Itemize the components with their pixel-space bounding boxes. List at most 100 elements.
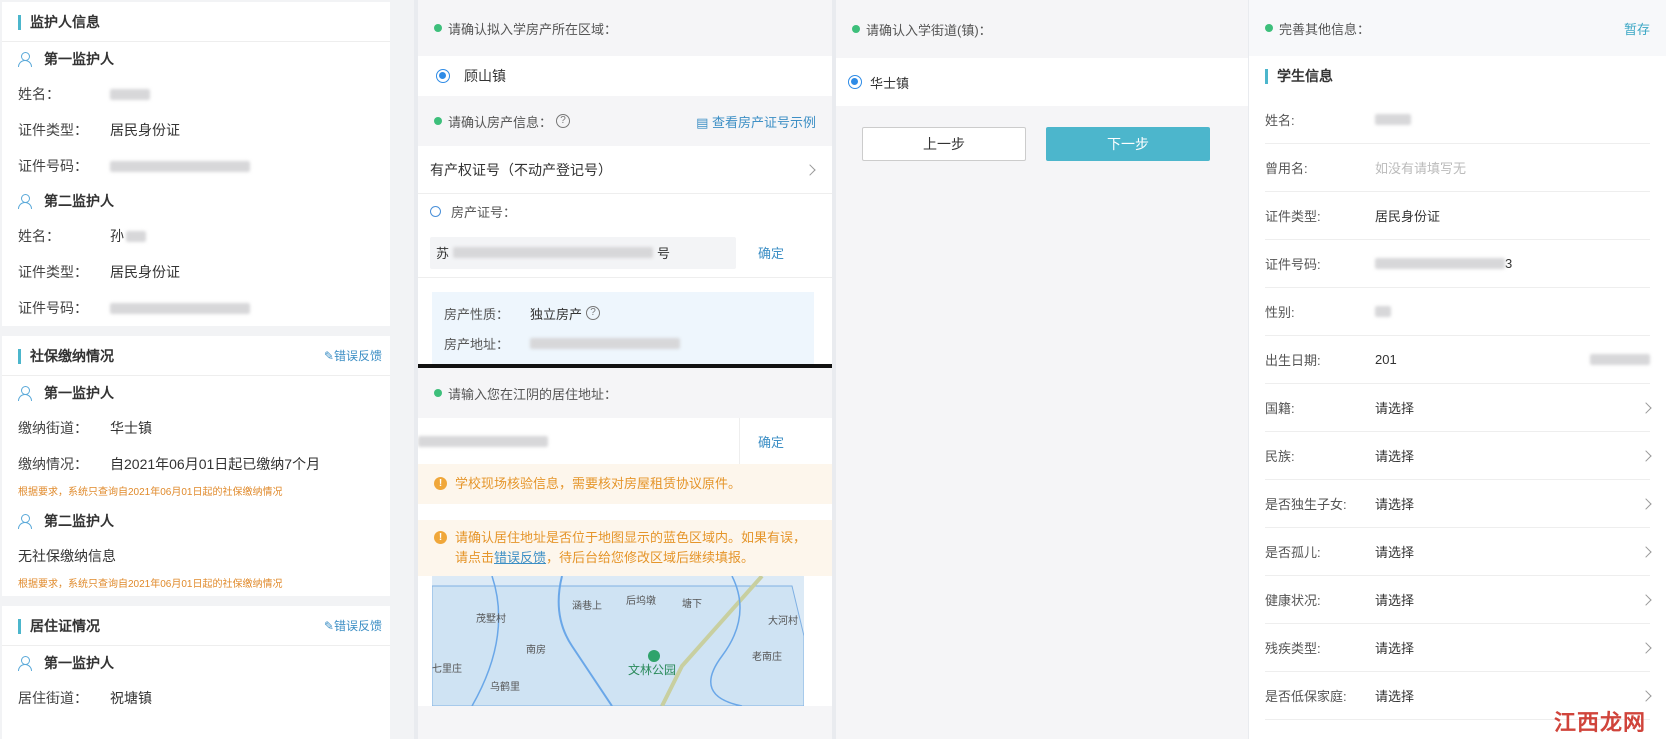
field-label: 是否孤儿: [1265, 545, 1321, 560]
social-note-1: 根据要求，系统只查询自2021年06月01日起的社保缴纳情况 [18, 487, 283, 498]
student-field-row[interactable]: 出生日期: 201 [1265, 336, 1650, 384]
social-none-row: 无社保缴纳信息 [18, 548, 116, 564]
field-select[interactable]: 请选择 [1375, 446, 1642, 465]
cert-no-input[interactable]: 苏号 [430, 236, 736, 269]
radio-checked-icon[interactable] [848, 75, 862, 89]
student-field-row[interactable]: 性别: [1265, 288, 1650, 336]
cert-no-label: 房产证号： [418, 194, 832, 228]
guardian1-idtype-row: 证件类型： 居民身份证 [18, 122, 180, 138]
green-dot-icon [1265, 24, 1273, 32]
student-field-row[interactable]: 国籍: 请选择 [1265, 384, 1652, 432]
guardian2-name-row: 姓名：孙 [2, 218, 390, 254]
second-guardian-header: 第二监护人 [2, 184, 390, 218]
chevron-right-icon [1640, 641, 1652, 654]
social-note-2: 根据要求，系统只查询自2021年06月01日起的社保缴纳情况 [18, 579, 283, 590]
street-option[interactable]: 华士镇 [836, 58, 1248, 106]
social-street-row: 缴纳街道： 华士镇 [18, 420, 152, 436]
guardian2-idno-row: 证件号码： [2, 290, 390, 326]
social-feedback-link[interactable]: ✎错误反馈 [324, 347, 382, 364]
residence-address-input[interactable] [418, 418, 740, 464]
redacted-value [110, 160, 250, 172]
help-icon[interactable]: ? [586, 306, 601, 320]
field-label: 残疾类型: [1265, 641, 1321, 656]
social-status-row: 缴纳情况： 自2021年06月01日起已缴纳7个月 [18, 456, 321, 472]
field-input[interactable]: 如没有请填写无 [1375, 158, 1650, 177]
student-field-row[interactable]: 证件号码: 3 [1265, 240, 1650, 288]
field-select[interactable]: 请选择 [1375, 398, 1642, 417]
field-label: 是否低保家庭: [1265, 689, 1347, 704]
green-dot-icon [434, 24, 442, 32]
green-dot-icon [852, 25, 860, 33]
chevron-right-icon [804, 163, 816, 176]
map-label: 后坞墩 [626, 594, 656, 607]
map-label: 老南庄 [752, 650, 782, 663]
street-prompt: 请确认入学街道(镇)： [836, 0, 1248, 58]
field-label: 曾用名: [1265, 161, 1308, 176]
chevron-right-icon [1640, 401, 1652, 414]
field-value[interactable]: 居民身份证 [1375, 206, 1650, 225]
map-feedback-link[interactable]: 错误反馈 [494, 550, 546, 565]
student-field-row[interactable]: 是否孤儿: 请选择 [1265, 528, 1652, 576]
map-label: 大河村 [768, 614, 798, 627]
student-info-title: 学生信息 [1249, 56, 1666, 96]
student-field-row[interactable]: 姓名: [1265, 96, 1650, 144]
warning-icon: ! [434, 531, 447, 544]
field-label: 姓名: [1265, 113, 1295, 128]
guardian-panel: 监护人信息 第一监护人 姓名： 证件类型： 居民身份证 证件号码： 第二监护人 姓… [0, 0, 414, 739]
cert-type-select[interactable]: 有产权证号（不动产登记号） [418, 146, 832, 194]
warning-map-region: ! 请确认居住地址是否位于地图显示的蓝色区域内。如果有误，请点击错误反馈，待后台给… [418, 520, 832, 576]
student-field-row[interactable]: 残疾类型: 请选择 [1265, 624, 1652, 672]
social-second-header: 第二监护人 [2, 504, 390, 538]
field-select[interactable]: 请选择 [1375, 494, 1642, 513]
field-select[interactable]: 请选择 [1375, 590, 1642, 609]
guardian-title: 监护人信息 [30, 13, 100, 30]
help-icon[interactable]: ? [556, 114, 571, 128]
property-panel: 请确认拟入学房产所在区域： 顾山镇 请确认房产信息：? ▤ 查看房产证号示例 有… [418, 0, 832, 739]
other-info-prompt: 完善其他信息： 暂存 [1249, 0, 1666, 56]
residence-street-row: 居住街道： 祝塘镇 [18, 690, 152, 706]
next-button[interactable]: 下一步 [1046, 127, 1210, 161]
student-field-row[interactable]: 民族: 请选择 [1265, 432, 1652, 480]
map-label: 塘下 [682, 597, 702, 610]
guardian1-name-row: 姓名： [2, 76, 390, 112]
map-label: 七里庄 [432, 662, 462, 675]
green-dot-icon [434, 389, 442, 397]
student-field-row[interactable]: 健康状况: 请选择 [1265, 576, 1652, 624]
chevron-right-icon [1640, 545, 1652, 558]
field-select[interactable]: 请选择 [1375, 638, 1642, 657]
radio-checked-icon[interactable] [436, 69, 450, 83]
residence-first-header: 第一监护人 [2, 646, 390, 680]
guardian2-idtype-row: 证件类型： 居民身份证 [18, 264, 180, 280]
map-label-park: 文林公园 [628, 662, 676, 677]
residence-feedback-link[interactable]: ✎错误反馈 [324, 617, 382, 634]
map-label: 茂墅村 [476, 612, 506, 625]
person-icon [18, 386, 32, 401]
prev-button[interactable]: 上一步 [862, 127, 1026, 161]
residence-section-title: 居住证情况 ✎错误反馈 [2, 606, 390, 646]
social-section-title: 社保缴纳情况 ✎错误反馈 [2, 336, 390, 376]
field-value[interactable]: 3 [1505, 256, 1650, 271]
field-label: 出生日期: [1265, 353, 1321, 368]
region-option[interactable]: 顾山镇 [418, 56, 832, 96]
field-label: 证件类型: [1265, 209, 1321, 224]
sample-link[interactable]: ▤ 查看房产证号示例 [696, 112, 816, 131]
region-prompt: 请确认拟入学房产所在区域： [418, 0, 832, 56]
field-select[interactable]: 请选择 [1375, 542, 1642, 561]
cert-confirm-button[interactable]: 确定 [758, 243, 784, 262]
person-icon [18, 194, 32, 209]
student-field-row[interactable]: 曾用名: 如没有请填写无 [1265, 144, 1650, 192]
residence-confirm-button[interactable]: 确定 [758, 432, 784, 451]
search-icon [430, 205, 441, 217]
chevron-right-icon [1640, 689, 1652, 702]
residence-address-prompt: 请输入您在江阴的居住地址： [418, 368, 832, 418]
person-icon [18, 514, 32, 529]
property-info-prompt: 请确认房产信息：? ▤ 查看房产证号示例 [418, 96, 832, 146]
field-select[interactable]: 请选择 [1375, 686, 1642, 705]
save-draft-button[interactable]: 暂存 [1624, 19, 1650, 38]
field-label: 民族: [1265, 449, 1295, 464]
student-field-row[interactable]: 证件类型: 居民身份证 [1265, 192, 1650, 240]
student-field-row[interactable]: 是否独生子女: 请选择 [1265, 480, 1652, 528]
chevron-right-icon [1640, 593, 1652, 606]
map[interactable]: 茂墅村 涵巷上 后坞墩 塘下 大河村 南房 老南庄 七里庄 乌鹤里 文林公园 [418, 576, 832, 706]
map-canvas[interactable]: 茂墅村 涵巷上 后坞墩 塘下 大河村 南房 老南庄 七里庄 乌鹤里 文林公园 [432, 576, 804, 706]
